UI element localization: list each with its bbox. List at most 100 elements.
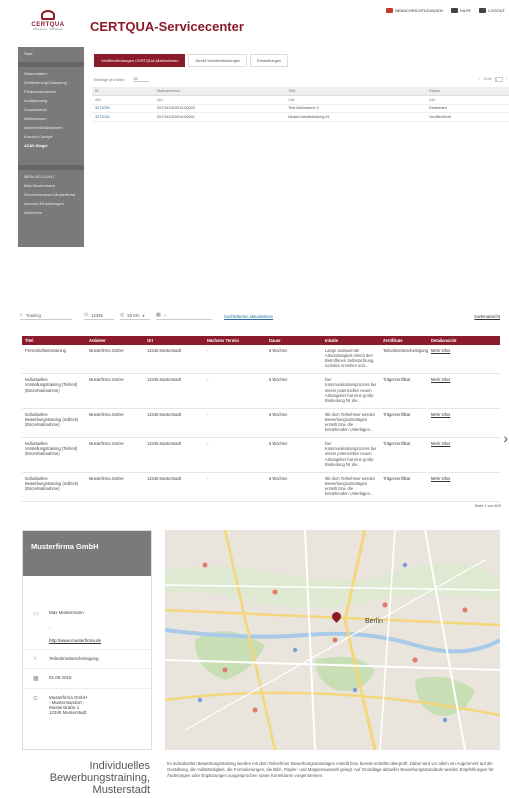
- result-place: 12345 Musterstadt: [144, 408, 204, 439]
- more-info-link[interactable]: Mehr Infos: [431, 441, 450, 446]
- result-provider: Musterfirma GmbH: [86, 345, 144, 375]
- filter-select[interactable]: Alle: [426, 95, 509, 105]
- column-header[interactable]: Detailansicht: [428, 336, 500, 345]
- notifications-link[interactable]: BENACHRICHTIGUNGEN: [386, 8, 443, 13]
- date-value: –: [163, 312, 167, 318]
- sidebar-item[interactable]: Auditplanung: [18, 97, 84, 106]
- per-page-select[interactable]: 50: [133, 77, 150, 82]
- location-pin-icon: ⊙: [84, 312, 89, 318]
- result-row: Individuelles Vorstellungstraining (Teil…: [22, 373, 500, 409]
- page-input[interactable]: 1: [494, 77, 503, 82]
- logout-icon: [479, 8, 487, 13]
- map-view-link[interactable]: Kartenansicht: [474, 314, 500, 319]
- column-header[interactable]: Zertifikate: [380, 336, 428, 345]
- date-field[interactable]: ▦ –: [156, 312, 212, 320]
- results-header-row: Titel Anbieter Ort Nächster Termin Dauer Inha…: [22, 336, 500, 345]
- certificate-value: Teilnahmebescheinigung: [49, 656, 99, 661]
- result-duration: 6 Wochen: [266, 472, 322, 503]
- chevron-right-icon[interactable]: ›: [503, 430, 508, 446]
- address-line: 12345 Musterstadt: [49, 710, 87, 715]
- column-header[interactable]: ID: [92, 87, 154, 96]
- column-header[interactable]: Titel: [22, 336, 86, 345]
- filter-select[interactable]: Alle: [92, 95, 154, 105]
- result-next: -: [204, 345, 266, 375]
- sidebar-divider: [18, 61, 84, 67]
- result-place: 12345 Musterstadt: [144, 472, 204, 503]
- search-results-screen: ⌕ Training ⊙ 12345 ◎ 50 Km ▾ ▦ – Suchkriterie…: [0, 300, 509, 515]
- column-header[interactable]: Titel: [285, 87, 427, 96]
- sidebar-item[interactable]: Zusatzdienst: [18, 106, 84, 115]
- column-header[interactable]: Status: [426, 87, 509, 96]
- sidebar: Start Stammdaten Zertifizierung/Zulassung…: [18, 47, 84, 247]
- next-page-icon[interactable]: ›: [506, 77, 507, 82]
- location-pin-icon: ⊙: [33, 696, 39, 702]
- contact-row: ▭ Max Mustermann: [23, 610, 151, 617]
- column-header[interactable]: Inhalte: [322, 336, 380, 345]
- sidebar-item-start[interactable]: Start: [18, 47, 84, 59]
- row-id-link[interactable]: 3272040: [95, 115, 110, 119]
- tab-2[interactable]: Direkt-Veröffentlichungen: [188, 54, 248, 67]
- filter-select[interactable]: Alle: [285, 95, 427, 105]
- more-info-link[interactable]: Mehr Infos: [431, 348, 450, 353]
- keyword-value: Training: [25, 312, 41, 318]
- radius-select[interactable]: ◎ 50 Km ▾: [120, 312, 150, 320]
- row-id-link[interactable]: 3272039: [95, 106, 110, 110]
- more-info-link[interactable]: Mehr Infos: [431, 476, 450, 481]
- column-header[interactable]: Ort: [144, 336, 204, 345]
- website-link[interactable]: http://www.musterfirma.de: [49, 638, 101, 643]
- map-view[interactable]: Berlin: [165, 530, 500, 750]
- update-search-link[interactable]: Suchkriterien aktualisieren: [224, 314, 273, 319]
- provider-card: Musterfirma GmbH ▭ Max Mustermann - http:…: [22, 530, 152, 750]
- result-duration: 6 Wochen: [266, 408, 322, 439]
- sidebar-item[interactable]: Anbieter/Maßnahmen: [18, 124, 84, 133]
- sidebar-item[interactable]: Maßnahmen: [18, 115, 84, 124]
- account-item[interactable]: Account-Einstellungen: [18, 199, 84, 208]
- result-provider: Musterfirma GmbH: [86, 437, 144, 473]
- result-place: 12345 Musterstadt: [144, 437, 204, 473]
- bell-icon: [386, 8, 394, 13]
- tab-3[interactable]: Einstellungen: [250, 54, 289, 67]
- sidebar-item[interactable]: Kunden-Cockpit: [18, 133, 84, 142]
- table-cell: Muster-Weiterbildung #1: [285, 112, 427, 122]
- result-content: Der Kommunikationsprozess bei einem pote…: [322, 373, 380, 409]
- page-title: CERTQUA-Servicecenter: [90, 19, 244, 34]
- map-graphic: [165, 530, 500, 750]
- table-row[interactable]: 3272040 2017M10039141/0001 Muster-Weiterbi…: [92, 112, 509, 122]
- result-provider: Musterfirma GmbH: [86, 373, 144, 409]
- account-item[interactable]: Abmelden: [18, 208, 84, 217]
- result-content: Mit dem Teilnehmer werden Bewerbungsunte…: [322, 408, 380, 439]
- sidebar-item[interactable]: Fördermaßnahme: [18, 88, 84, 97]
- search-bar: ⌕ Training ⊙ 12345 ◎ 50 Km ▾ ▦ – Suchkriterie…: [20, 310, 500, 322]
- phone-row: -: [23, 617, 151, 630]
- result-certificate: Trägerzertifikat: [380, 437, 428, 473]
- tab-1[interactable]: Veröffentlichungen CERTQUA-Maßnahmen: [94, 54, 186, 67]
- result-title: Individuelles Bewerbungstraining (Vollze…: [22, 408, 86, 439]
- date-value: 01.09.2018: [49, 675, 72, 680]
- table-cell: Deaktiviert: [426, 104, 509, 114]
- sidebar-item[interactable]: Stammdaten: [18, 70, 84, 79]
- filter-select[interactable]: Alle: [153, 95, 286, 105]
- pager: ‹ Seite 1 ›: [479, 77, 507, 82]
- column-header[interactable]: Dauer: [266, 336, 322, 345]
- sidebar-item[interactable]: AZAV-Siegel: [18, 142, 84, 151]
- course-description: Im individuellen Bewerbungstraining werd…: [167, 761, 494, 778]
- column-header[interactable]: Maßnahmeno: [153, 87, 286, 96]
- result-title: Individuelles Vorstellungstraining (Teil…: [22, 437, 86, 473]
- logout-link[interactable]: LOGOUT: [479, 8, 505, 13]
- company-name: Musterfirma GmbH: [31, 542, 99, 551]
- column-header[interactable]: Nächster Termin: [204, 336, 266, 345]
- logout-label: LOGOUT: [488, 8, 505, 13]
- certqua-logo[interactable]: CERTQUA Bildungszert · Qualitätszert: [30, 10, 66, 36]
- account-item: Max Mustermann: [24, 182, 55, 188]
- more-info-link[interactable]: Mehr Infos: [431, 377, 450, 382]
- column-header[interactable]: Anbieter: [86, 336, 144, 345]
- zip-field[interactable]: ⊙ 12345: [84, 312, 114, 320]
- help-link[interactable]: HILFE: [450, 8, 471, 13]
- more-info-link[interactable]: Mehr Infos: [431, 412, 450, 417]
- tab-bar: Veröffentlichungen CERTQUA-Maßnahmen Dire…: [92, 47, 509, 67]
- sidebar-item[interactable]: Zertifizierung/Zulassung: [18, 79, 84, 88]
- result-certificate: Trägerzertifikat: [380, 472, 428, 503]
- table-row[interactable]: 3272039 2017M10039141/000Z Test Maßnahme 2…: [92, 104, 509, 114]
- prev-page-icon[interactable]: ‹: [479, 77, 480, 82]
- keyword-field[interactable]: ⌕ Training: [20, 312, 72, 320]
